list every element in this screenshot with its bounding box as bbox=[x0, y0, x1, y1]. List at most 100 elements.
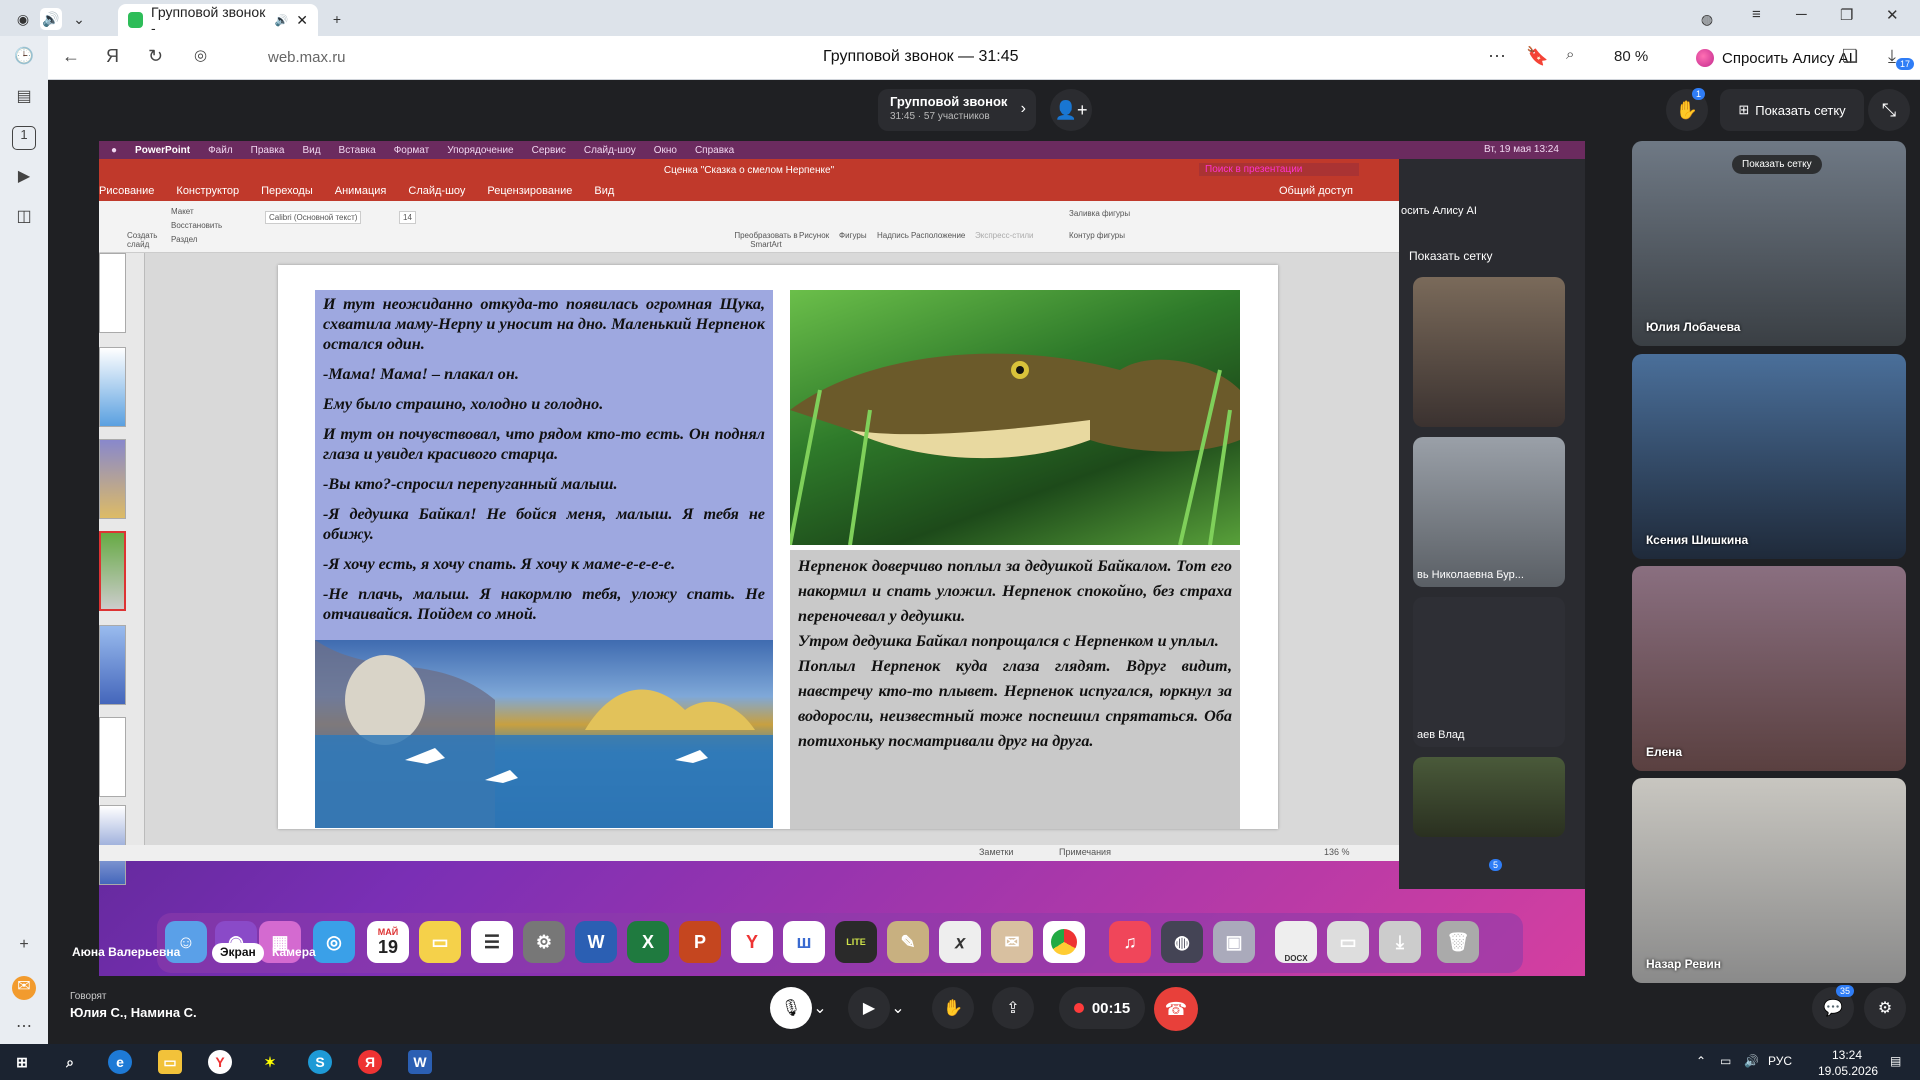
explorer-icon[interactable]: ▭ bbox=[158, 1050, 182, 1074]
downloads-stack-icon[interactable]: ⤓ bbox=[1379, 921, 1421, 963]
collapse-icon[interactable]: ⤡ bbox=[1868, 89, 1910, 131]
trash-icon[interactable]: 🗑 bbox=[1437, 921, 1479, 963]
speaker-icon[interactable]: 🔊 bbox=[40, 8, 62, 30]
lite-app-icon[interactable]: LITE bbox=[835, 921, 877, 963]
camera-options-chevron-icon[interactable]: ⌄ bbox=[888, 987, 908, 1029]
zoom-icon[interactable]: ⌕ bbox=[1566, 46, 1574, 63]
slide-thumb[interactable] bbox=[99, 439, 126, 519]
yandex-app-icon[interactable]: Y bbox=[731, 921, 773, 963]
reminders-icon[interactable]: ☰ bbox=[471, 921, 513, 963]
settings-app-icon[interactable]: ⚙ bbox=[523, 921, 565, 963]
tab-group-call[interactable]: Групповой звонок - 🔊 ✕ bbox=[118, 4, 318, 36]
slide-thumb-selected[interactable] bbox=[99, 531, 126, 611]
menu-icon[interactable]: ≡ bbox=[1752, 6, 1761, 23]
video-icon[interactable]: ▶ bbox=[12, 166, 36, 190]
microphone-muted-icon[interactable]: 🎙 bbox=[770, 987, 812, 1029]
browser-logo-icon[interactable]: ◉ bbox=[12, 8, 34, 30]
minimize-icon[interactable]: ─ bbox=[1796, 6, 1807, 23]
ribbon-font: Calibri (Основной текст) bbox=[265, 211, 362, 224]
add-panel-icon[interactable]: + bbox=[12, 936, 36, 960]
camera-icon[interactable]: ▶ bbox=[848, 987, 890, 1029]
add-participant-icon[interactable]: 👤+ bbox=[1050, 89, 1092, 131]
yandex-icon[interactable]: Я bbox=[358, 1050, 382, 1074]
math-app-icon[interactable]: 𝑥 bbox=[939, 921, 981, 963]
slide-thumb[interactable] bbox=[99, 717, 126, 797]
tray-chevron-icon[interactable]: ⌃ bbox=[1696, 1054, 1706, 1068]
shield-icon[interactable]: ◍ bbox=[1696, 8, 1718, 30]
edge-icon[interactable]: e bbox=[108, 1050, 132, 1074]
volume-icon[interactable]: 🔊 bbox=[1744, 1054, 1759, 1068]
tab-close-icon[interactable]: ✕ bbox=[296, 12, 308, 29]
slide-text-right[interactable]: Нерпенок доверчиво поплыл за дедушкой Ба… bbox=[790, 550, 1240, 829]
hang-up-icon[interactable]: ☎ bbox=[1154, 987, 1198, 1031]
docx-file-icon[interactable]: DOCX bbox=[1275, 921, 1317, 963]
clock-date[interactable]: 19.05.2026 bbox=[1818, 1064, 1878, 1078]
slide-canvas[interactable]: И тут неожиданно откуда-то появилась огр… bbox=[278, 265, 1278, 829]
notes-app-icon[interactable]: ▭ bbox=[419, 921, 461, 963]
back-icon[interactable]: ← bbox=[62, 46, 80, 67]
participant-tile[interactable]: Показать сетку Юлия Лобачева bbox=[1632, 141, 1906, 346]
calendar-icon[interactable]: МАЙ 19 bbox=[367, 921, 409, 963]
yandex-browser-icon[interactable]: Y bbox=[208, 1050, 232, 1074]
reload-icon[interactable]: ↻ bbox=[148, 46, 163, 67]
notifications-icon[interactable]: ▤ bbox=[1890, 1054, 1901, 1068]
excel-icon[interactable]: X bbox=[627, 921, 669, 963]
participant-tile[interactable]: Елена bbox=[1632, 566, 1906, 771]
screen-share-icon[interactable]: ▣ bbox=[1213, 921, 1255, 963]
bookmark-icon[interactable]: 🔖 bbox=[1526, 46, 1548, 67]
search-icon[interactable]: ⌕ bbox=[58, 1050, 82, 1074]
slide-text-left[interactable]: И тут неожиданно откуда-то появилась огр… bbox=[315, 290, 773, 640]
recording-timer[interactable]: 00:15 bbox=[1059, 987, 1145, 1029]
participant-tile[interactable]: Ксения Шишкина bbox=[1632, 354, 1906, 559]
url-field[interactable]: web.max.ru bbox=[268, 49, 346, 66]
call-header[interactable]: Групповой звонок 31:45 · 57 участников › bbox=[878, 89, 1036, 131]
counter-icon[interactable]: 1 bbox=[12, 126, 36, 150]
camera-toggle[interactable]: Камера bbox=[264, 943, 324, 963]
network-icon[interactable]: ▭ bbox=[1720, 1054, 1731, 1068]
mic-options-chevron-icon[interactable]: ⌄ bbox=[810, 987, 830, 1029]
ask-alisa-button[interactable]: Спросить Алису AI bbox=[1688, 43, 1863, 73]
zoom-level[interactable]: 80 % bbox=[1614, 48, 1648, 65]
word-icon[interactable]: W bbox=[575, 921, 617, 963]
collections-icon[interactable]: ❏ bbox=[1842, 46, 1858, 67]
downloads-icon[interactable]: ⤓ bbox=[1888, 46, 1896, 67]
pencil-app-icon[interactable]: ✎ bbox=[887, 921, 929, 963]
language-indicator[interactable]: РУС bbox=[1768, 1054, 1792, 1068]
yandex-icon[interactable]: Я bbox=[106, 46, 119, 67]
slide-thumb[interactable] bbox=[99, 625, 126, 705]
screen-toggle[interactable]: Экран bbox=[212, 943, 264, 963]
quicktime-icon[interactable]: ◍ bbox=[1161, 921, 1203, 963]
show-grid-button[interactable]: ⊞ Показать сетку bbox=[1720, 89, 1864, 131]
w-app-icon[interactable]: ш bbox=[783, 921, 825, 963]
restore-icon[interactable]: ❐ bbox=[1840, 6, 1853, 24]
music-icon[interactable]: ♫ bbox=[1109, 921, 1151, 963]
chevron-down-icon[interactable]: ⌄ bbox=[68, 8, 90, 30]
skype-icon[interactable]: S bbox=[308, 1050, 332, 1074]
chrome-icon[interactable] bbox=[1043, 921, 1085, 963]
share-screen-icon[interactable]: ⇪ bbox=[992, 987, 1034, 1029]
app-icon[interactable]: ✶ bbox=[258, 1050, 282, 1074]
settings-icon[interactable]: ⚙ bbox=[1864, 987, 1906, 1029]
windows-start-icon[interactable]: ⊞ bbox=[10, 1050, 34, 1074]
close-window-icon[interactable]: ✕ bbox=[1886, 6, 1899, 24]
mail-icon[interactable]: ✉ bbox=[12, 976, 36, 1000]
clock-time[interactable]: 13:24 bbox=[1832, 1048, 1862, 1062]
raise-hand-button-icon[interactable]: ✋ bbox=[932, 987, 974, 1029]
new-tab-icon[interactable]: + bbox=[326, 8, 348, 30]
stack-icon[interactable]: ▭ bbox=[1327, 921, 1369, 963]
preview-app-icon[interactable]: ✉ bbox=[991, 921, 1033, 963]
more-dots-icon[interactable]: ⋯ bbox=[12, 1016, 36, 1040]
screenshot-icon[interactable]: ◫ bbox=[12, 206, 36, 230]
participant-name: Елена bbox=[1646, 745, 1683, 759]
history-icon[interactable]: 🕒 bbox=[12, 46, 36, 70]
slide-thumb[interactable] bbox=[99, 253, 126, 333]
site-info-icon[interactable]: ◎ bbox=[194, 46, 207, 64]
call-subtitle: 31:45 · 57 участников bbox=[890, 111, 990, 122]
notes-icon[interactable]: ▤ bbox=[12, 86, 36, 110]
slide-thumb[interactable] bbox=[99, 347, 126, 427]
tab-audio-icon[interactable]: 🔊 bbox=[275, 14, 289, 27]
participant-tile[interactable]: Назар Ревин bbox=[1632, 778, 1906, 983]
word-taskbar-icon[interactable]: W bbox=[408, 1050, 432, 1074]
more-icon[interactable]: ⋯ bbox=[1488, 46, 1506, 67]
powerpoint-icon[interactable]: P bbox=[679, 921, 721, 963]
